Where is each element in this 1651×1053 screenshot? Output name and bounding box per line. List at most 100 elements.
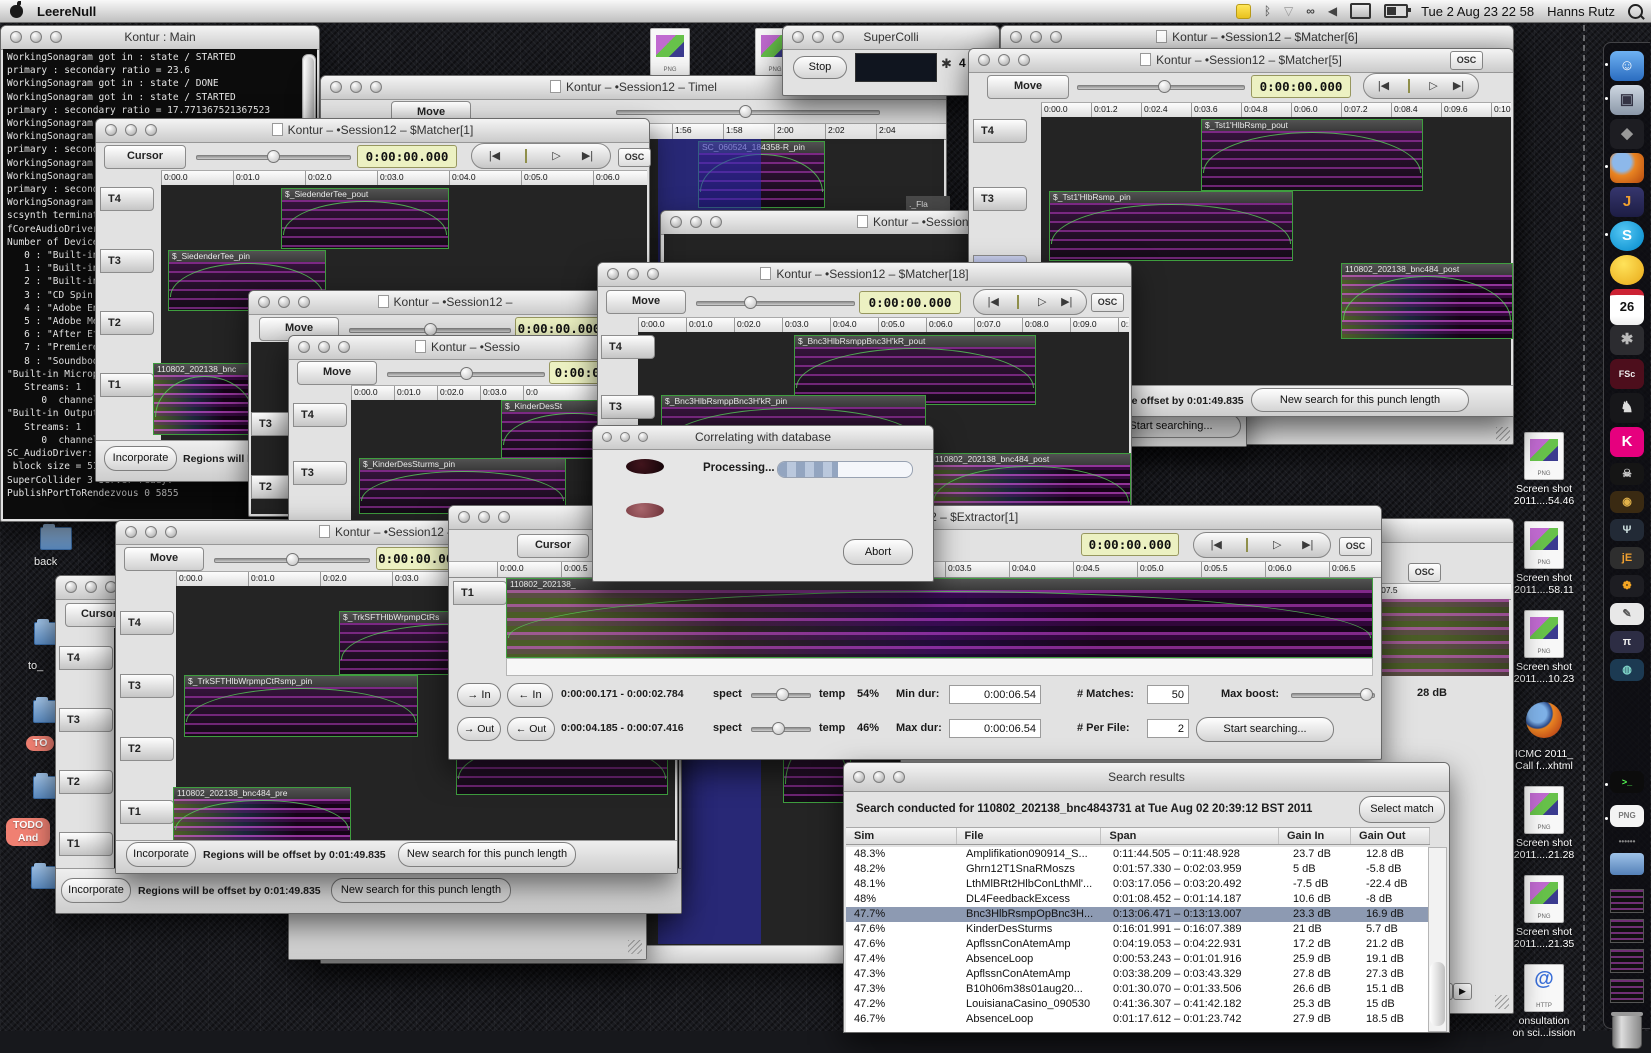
- out-forward-button[interactable]: → Out: [457, 717, 501, 741]
- play-button[interactable]: ▷: [1423, 79, 1445, 93]
- track-tab-t3[interactable]: T3: [100, 249, 154, 273]
- track-tab-t3[interactable]: T3: [293, 461, 347, 485]
- stop-button[interactable]: [1236, 538, 1258, 552]
- forward-button[interactable]: ▶|: [1056, 295, 1078, 309]
- audio-region[interactable]: $_SiedenderTee_pout: [281, 188, 449, 249]
- track-tab-t1[interactable]: T1: [120, 800, 174, 824]
- per-file-field[interactable]: 2: [1147, 719, 1189, 738]
- dock-icon-knight[interactable]: ♞: [1610, 393, 1644, 423]
- dock-icon-documents[interactable]: ✎: [1610, 603, 1644, 625]
- spectrogram[interactable]: [1379, 599, 1509, 676]
- track-tab-t1[interactable]: T1: [100, 373, 154, 397]
- rewind-button[interactable]: |◀: [1205, 538, 1227, 552]
- transport-controls[interactable]: |◀ ▷ ▶|: [1193, 532, 1331, 558]
- zoom-slider[interactable]: [616, 110, 880, 115]
- forward-button[interactable]: ▶|: [1448, 79, 1470, 93]
- app-menu-title[interactable]: LeereNull: [37, 4, 96, 19]
- zoom-slider[interactable]: [696, 301, 855, 306]
- table-row[interactable]: 47.2%LouisianaCasino_0905300:41:36.307 –…: [846, 997, 1430, 1012]
- audio-region[interactable]: $_TrkSFTHlbWrpmpCtRsmp_pin: [184, 675, 418, 737]
- zoom-slider[interactable]: [349, 328, 511, 333]
- zoom-slider[interactable]: [196, 155, 351, 160]
- dock-icon-finder[interactable]: ☺: [1610, 51, 1644, 81]
- wifi-menu-icon[interactable]: ▽: [1284, 4, 1293, 18]
- track-tab-t4[interactable]: T4: [100, 187, 154, 211]
- dock-icon-png-preview[interactable]: PNG: [1610, 805, 1644, 827]
- dock-icon-skype[interactable]: S: [1610, 221, 1644, 251]
- incorporate-button[interactable]: Incorporate: [61, 878, 131, 903]
- track-tab-t3[interactable]: T3: [59, 708, 113, 732]
- time-ruler[interactable]: 1:541:561:582:002:022:04: [621, 123, 946, 140]
- osc-button[interactable]: OSC: [1450, 51, 1483, 70]
- volume-menu-icon[interactable]: ◀: [1328, 4, 1337, 18]
- time-ruler[interactable]: 0:07.5: [1371, 583, 1511, 600]
- track-tab-t3[interactable]: T3: [120, 674, 174, 698]
- osc-button[interactable]: OSC: [618, 148, 651, 167]
- new-search-button[interactable]: New search for this punch length: [398, 842, 576, 867]
- table-row[interactable]: 48%DL4FeedbackExcess0:01:08.452 – 0:01:1…: [846, 892, 1430, 907]
- track-tab-t4[interactable]: T4: [293, 403, 347, 427]
- start-searching-button[interactable]: Start searching...: [1196, 717, 1334, 742]
- track-tab-t4[interactable]: T4: [973, 119, 1027, 143]
- displays-menu-icon[interactable]: [1350, 3, 1371, 19]
- transport-controls[interactable]: |◀ ▷ ▶|: [1363, 73, 1479, 99]
- max-dur-field[interactable]: 0:00:06.54: [949, 719, 1041, 738]
- select-match-button[interactable]: Select match: [1359, 796, 1445, 823]
- dock-icon-latex[interactable]: π: [1610, 631, 1644, 653]
- table-row[interactable]: 48.3%Amplifikation090914_S...0:11:44.505…: [846, 847, 1430, 862]
- tool-mode-dropdown[interactable]: Cursor: [104, 145, 186, 169]
- tool-mode-dropdown[interactable]: Move: [987, 75, 1069, 99]
- zoom-slider[interactable]: [1077, 85, 1245, 90]
- resize-handle[interactable]: [1496, 427, 1510, 441]
- play-button[interactable]: ▷: [1266, 538, 1288, 552]
- track-tab-t4[interactable]: T4: [59, 646, 113, 670]
- osc-button[interactable]: OSC: [1408, 563, 1441, 582]
- table-header[interactable]: SimFileSpanGain InGain Out: [846, 827, 1430, 845]
- incorporate-button[interactable]: Incorporate: [126, 842, 196, 867]
- matches-field[interactable]: 50: [1147, 685, 1189, 704]
- punch-region[interactable]: 110802_202138_: [506, 578, 1373, 658]
- folder-label[interactable]: back: [34, 556, 57, 568]
- scroll-strip[interactable]: [506, 658, 1373, 676]
- stickies-menu-icon[interactable]: [1236, 4, 1251, 19]
- menu-user[interactable]: Hanns Rutz: [1547, 4, 1615, 19]
- audio-region[interactable]: 110802_202138_bnc484_post: [1341, 263, 1513, 339]
- table-row[interactable]: 46.7%AbsenceLoop0:01:17.612 – 0:01:23.74…: [846, 1012, 1430, 1027]
- table-row[interactable]: 48.1%LthMlBRt2HlbConLthMl'...0:03:17.056…: [846, 877, 1430, 892]
- rewind-button[interactable]: |◀: [982, 295, 1004, 309]
- tool-mode-dropdown[interactable]: Move: [124, 547, 204, 571]
- osc-button[interactable]: OSC: [1091, 293, 1124, 312]
- track-tab-t2[interactable]: T2: [100, 311, 154, 335]
- dock-icon-calendar[interactable]: 26: [1610, 289, 1644, 325]
- track-tab-t1[interactable]: T1: [453, 581, 507, 605]
- table-row[interactable]: 47.3%ApflssnConAtemAmp0:03:38.209 – 0:03…: [846, 967, 1430, 982]
- rewind-button[interactable]: |◀: [484, 149, 506, 163]
- osc-button[interactable]: OSC: [1339, 537, 1372, 556]
- tool-mode-dropdown[interactable]: Cursor: [517, 534, 589, 558]
- dock-icon-kontur[interactable]: K: [1610, 427, 1644, 457]
- audio-region[interactable]: $_Tst1'HlbRsmp_pout: [1201, 119, 1423, 191]
- dock-minimized-window[interactable]: [1610, 979, 1644, 1003]
- stop-button[interactable]: [515, 149, 537, 163]
- track-tab-t1[interactable]: T1: [59, 832, 113, 856]
- search-menu-icon[interactable]: ∞: [1306, 4, 1315, 18]
- stop-button[interactable]: Stop: [793, 56, 847, 79]
- play-button[interactable]: ▷: [1031, 295, 1053, 309]
- track-tab-t2[interactable]: T2: [120, 737, 174, 761]
- dock-minimized-window[interactable]: [1610, 949, 1644, 973]
- dock-icon-medal[interactable]: ◉: [1610, 491, 1644, 513]
- rewind-button[interactable]: |◀: [1373, 79, 1395, 93]
- scroll-right-button[interactable]: ▶: [1453, 983, 1472, 1000]
- play-button[interactable]: ▷: [546, 149, 568, 163]
- tool-mode-dropdown[interactable]: Move: [297, 361, 377, 385]
- dock-minimized-window[interactable]: [1610, 889, 1644, 913]
- table-row[interactable]: 48.2%Ghrn12T1SnaRMoszs0:01:57.330 – 0:02…: [846, 862, 1430, 877]
- zoom-slider[interactable]: [387, 372, 545, 377]
- in-back-button[interactable]: ← In: [507, 683, 553, 707]
- out-back-button[interactable]: ← Out: [507, 717, 555, 741]
- audio-region[interactable]: 110802_202138_bnc: [153, 363, 256, 435]
- track-tab-t4[interactable]: T4: [601, 335, 655, 359]
- todo-tag[interactable]: TO: [26, 736, 54, 751]
- incorporate-button[interactable]: Incorporate: [104, 446, 177, 471]
- desktop-file-icon[interactable]: [618, 28, 722, 79]
